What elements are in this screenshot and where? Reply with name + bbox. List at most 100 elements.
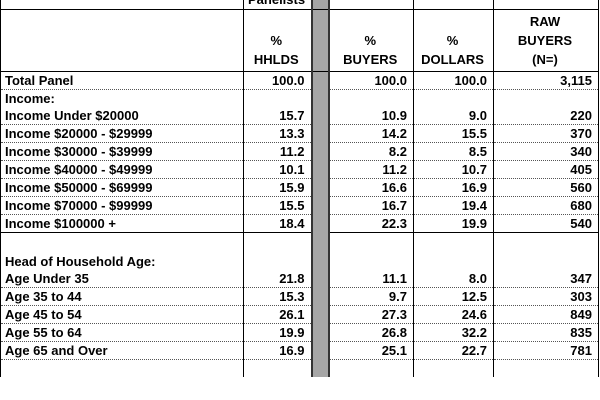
cell-empty[interactable]: [0, 232, 244, 253]
cell-buyers[interactable]: 100.0: [328, 71, 414, 90]
cell-buyers[interactable]: 26.8: [328, 323, 414, 342]
column-separator: [310, 341, 330, 360]
cell-empty[interactable]: [328, 89, 414, 107]
cell-buyers[interactable]: 10.9: [328, 107, 414, 125]
cell-raw[interactable]: 405: [493, 160, 599, 179]
cell-raw[interactable]: 220: [493, 107, 599, 125]
header-cell-empty[interactable]: [328, 0, 414, 10]
cell-hhlds[interactable]: 10.1: [243, 160, 312, 179]
header-raw-buyers[interactable]: RAW BUYERS (N=): [493, 9, 599, 72]
cell-hhlds[interactable]: 15.7: [243, 107, 312, 125]
cell-hhlds[interactable]: 15.5: [243, 196, 312, 215]
cell-raw[interactable]: 3,115: [493, 71, 599, 90]
cell-raw[interactable]: 781: [493, 341, 599, 360]
cell-empty[interactable]: [413, 89, 494, 107]
cell-empty[interactable]: [328, 359, 414, 377]
cell-buyers[interactable]: 11.2: [328, 160, 414, 179]
cell-empty[interactable]: [413, 253, 494, 270]
header-cell-empty[interactable]: [413, 0, 494, 10]
cell-dollars[interactable]: 19.9: [413, 214, 494, 233]
cell-hhlds[interactable]: 11.2: [243, 142, 312, 161]
cell-hhlds[interactable]: 100.0: [243, 71, 312, 90]
cell-buyers[interactable]: 25.1: [328, 341, 414, 360]
row-label[interactable]: Income $100000 +: [0, 214, 244, 233]
cell-hhlds[interactable]: 26.1: [243, 305, 312, 324]
cell-hhlds[interactable]: 18.4: [243, 214, 312, 233]
cell-raw[interactable]: 560: [493, 178, 599, 197]
cell-hhlds[interactable]: 19.9: [243, 323, 312, 342]
header-dollars[interactable]: % DOLLARS: [413, 9, 494, 72]
cell-dollars[interactable]: 15.5: [413, 124, 494, 143]
cell-hhlds[interactable]: 15.9: [243, 178, 312, 197]
cell-buyers[interactable]: 9.7: [328, 287, 414, 306]
cell-raw[interactable]: 849: [493, 305, 599, 324]
cell-dollars[interactable]: 100.0: [413, 71, 494, 90]
cell-dollars[interactable]: 8.5: [413, 142, 494, 161]
cell-hhlds[interactable]: 15.3: [243, 287, 312, 306]
row-label[interactable]: Income $70000 - $99999: [0, 196, 244, 215]
cell-empty[interactable]: [0, 359, 244, 377]
table-row: Income Under $20000 15.7 10.9 9.0 220: [0, 107, 599, 125]
header-hhlds[interactable]: % HHLDS: [243, 9, 312, 72]
cell-raw[interactable]: 680: [493, 196, 599, 215]
row-label[interactable]: Age 55 to 64: [0, 323, 244, 342]
cell-raw[interactable]: 347: [493, 270, 599, 288]
row-label[interactable]: Income $50000 - $69999: [0, 178, 244, 197]
cell-buyers[interactable]: 22.3: [328, 214, 414, 233]
cell-dollars[interactable]: 10.7: [413, 160, 494, 179]
cell-buyers[interactable]: 8.2: [328, 142, 414, 161]
cell-raw[interactable]: 835: [493, 323, 599, 342]
header-cell-empty[interactable]: [0, 9, 244, 72]
cell-buyers[interactable]: 16.6: [328, 178, 414, 197]
header-buyers[interactable]: % BUYERS: [328, 9, 414, 72]
row-label[interactable]: Income $20000 - $29999: [0, 124, 244, 143]
cell-empty[interactable]: [243, 232, 312, 253]
cell-dollars[interactable]: 24.6: [413, 305, 494, 324]
cell-dollars[interactable]: 9.0: [413, 107, 494, 125]
cell-buyers[interactable]: 14.2: [328, 124, 414, 143]
row-label[interactable]: Age Under 35: [0, 270, 244, 288]
section-label-age[interactable]: Head of Household Age:: [0, 253, 244, 270]
cell-dollars[interactable]: 22.7: [413, 341, 494, 360]
header-raw-line2: BUYERS: [517, 33, 573, 48]
cell-empty[interactable]: [243, 253, 312, 270]
header-panelists[interactable]: Panelists: [243, 0, 312, 10]
cell-dollars[interactable]: 19.4: [413, 196, 494, 215]
header-cell-empty[interactable]: [493, 0, 599, 10]
row-label[interactable]: Age 45 to 54: [0, 305, 244, 324]
cell-empty[interactable]: [493, 253, 599, 270]
cell-empty[interactable]: [413, 232, 494, 253]
row-label[interactable]: Age 65 and Over: [0, 341, 244, 360]
cell-buyers[interactable]: 16.7: [328, 196, 414, 215]
cell-dollars[interactable]: 32.2: [413, 323, 494, 342]
section-label-income[interactable]: Income:: [0, 89, 244, 107]
cell-dollars[interactable]: 12.5: [413, 287, 494, 306]
row-label[interactable]: Total Panel: [0, 71, 244, 90]
cell-raw[interactable]: 370: [493, 124, 599, 143]
row-label[interactable]: Income $30000 - $39999: [0, 142, 244, 161]
header-cell-empty[interactable]: [0, 0, 244, 10]
header-row-top: Panelists: [0, 0, 599, 10]
row-label[interactable]: Income Under $20000: [0, 107, 244, 125]
cell-empty[interactable]: [243, 359, 312, 377]
cell-dollars[interactable]: 8.0: [413, 270, 494, 288]
cell-empty[interactable]: [493, 232, 599, 253]
cell-empty[interactable]: [243, 89, 312, 107]
cell-hhlds[interactable]: 21.8: [243, 270, 312, 288]
cell-raw[interactable]: 340: [493, 142, 599, 161]
header-buyers-label: BUYERS: [343, 52, 398, 67]
cell-empty[interactable]: [493, 89, 599, 107]
cell-empty[interactable]: [328, 253, 414, 270]
cell-hhlds[interactable]: 16.9: [243, 341, 312, 360]
cell-empty[interactable]: [413, 359, 494, 377]
cell-empty[interactable]: [328, 232, 414, 253]
cell-dollars[interactable]: 16.9: [413, 178, 494, 197]
cell-buyers[interactable]: 27.3: [328, 305, 414, 324]
cell-empty[interactable]: [493, 359, 599, 377]
cell-raw[interactable]: 540: [493, 214, 599, 233]
row-label[interactable]: Income $40000 - $49999: [0, 160, 244, 179]
cell-raw[interactable]: 303: [493, 287, 599, 306]
cell-hhlds[interactable]: 13.3: [243, 124, 312, 143]
row-label[interactable]: Age 35 to 44: [0, 287, 244, 306]
cell-buyers[interactable]: 11.1: [328, 270, 414, 288]
